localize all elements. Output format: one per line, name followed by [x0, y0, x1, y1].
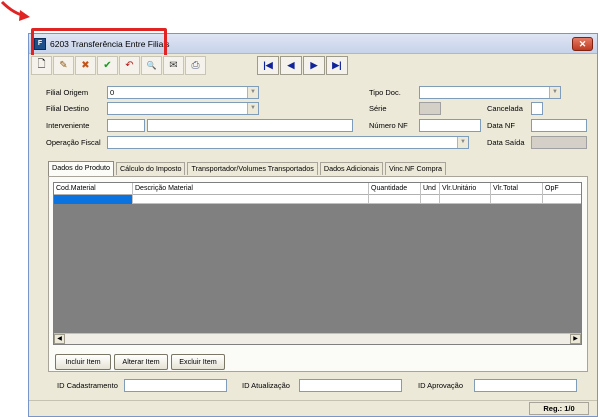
toolbar: 🗋 ✎ ✖ ✔ ↶ 🔍 ✉ ⎙ |◀ ◀ ▶ ▶|	[29, 55, 597, 77]
transfer-window: F 6203 Transferência Entre Filiais ✕ 🗋 ✎…	[28, 28, 598, 417]
column-header[interactable]: Vlr.Total	[491, 183, 543, 195]
interveniente-code-input[interactable]	[107, 119, 145, 132]
excluir-item-button[interactable]: Excluir Item	[171, 354, 225, 370]
data-nf-label: Data NF	[487, 121, 515, 130]
cancelada-checkbox[interactable]	[531, 102, 543, 115]
close-button[interactable]: ✕	[572, 37, 593, 51]
new-document-icon[interactable]: 🗋	[31, 56, 52, 75]
data-nf-input[interactable]	[531, 119, 587, 132]
attachment-icon[interactable]: ✉	[163, 56, 184, 75]
items-grid[interactable]: Cod.Material Descrição Material Quantida…	[53, 182, 582, 345]
annotation-arrow	[0, 0, 30, 21]
tab-dados-adicionais[interactable]: Dados Adicionais	[319, 162, 384, 175]
data-saida-label: Data Saída	[487, 138, 525, 147]
incluir-item-button[interactable]: Incluir Item	[55, 354, 111, 370]
tab-strip: Dados do Produto Cálculo do Imposto Tran…	[48, 161, 448, 176]
chevron-down-icon[interactable]: ▼	[549, 87, 560, 98]
header-form: Filial Origem 0 ▼ Filial Destino ▼ Inter…	[29, 78, 597, 158]
edit-icon[interactable]: ✎	[53, 56, 74, 75]
filial-destino-select[interactable]: ▼	[107, 102, 259, 115]
last-record-icon[interactable]: ▶|	[326, 56, 348, 75]
id-aprovacao-label: ID Aprovação	[418, 381, 464, 390]
cancelada-label: Cancelada	[487, 104, 523, 113]
grid-cell[interactable]	[491, 195, 543, 204]
interveniente-name-input[interactable]	[147, 119, 353, 132]
status-bar: Reg.: 1/0	[29, 400, 597, 416]
grid-cell[interactable]	[421, 195, 440, 204]
delete-icon[interactable]: ✖	[75, 56, 96, 75]
record-navigation: |◀ ◀ ▶ ▶|	[257, 56, 349, 76]
horizontal-scrollbar[interactable]: ◀ ▶	[54, 333, 581, 344]
tipo-doc-select[interactable]: ▼	[419, 86, 561, 99]
previous-record-icon[interactable]: ◀	[280, 56, 302, 75]
dados-produto-panel: Cod.Material Descrição Material Quantida…	[48, 176, 588, 372]
operacao-fiscal-select[interactable]: ▼	[107, 136, 469, 149]
record-counter: Reg.: 1/0	[529, 402, 589, 415]
serie-label: Série	[369, 104, 387, 113]
operacao-fiscal-label: Operação Fiscal	[46, 138, 101, 147]
tab-calculo-imposto[interactable]: Cálculo do Imposto	[115, 162, 186, 175]
next-record-icon[interactable]: ▶	[303, 56, 325, 75]
title-bar[interactable]: F 6203 Transferência Entre Filiais ✕	[29, 28, 597, 58]
grid-cell[interactable]	[440, 195, 491, 204]
grid-header: Cod.Material Descrição Material Quantida…	[54, 183, 581, 195]
search-icon[interactable]: 🔍	[141, 56, 162, 75]
numero-nf-input[interactable]	[419, 119, 481, 132]
grid-cell[interactable]	[543, 195, 581, 204]
undo-icon[interactable]: ↶	[119, 56, 140, 75]
chevron-down-icon[interactable]: ▼	[457, 137, 468, 148]
id-atualizacao-label: ID Atualização	[242, 381, 290, 390]
filial-origem-label: Filial Origem	[46, 88, 89, 97]
column-header[interactable]: OpF	[543, 183, 581, 195]
filial-origem-value: 0	[110, 88, 115, 97]
confirm-icon[interactable]: ✔	[97, 56, 118, 75]
tab-transportador[interactable]: Transportador/Volumes Transportados	[187, 162, 318, 175]
column-header[interactable]: Vlr.Unitário	[440, 183, 491, 195]
numero-nf-label: Número NF	[369, 121, 408, 130]
column-header[interactable]: Und	[421, 183, 440, 195]
column-header[interactable]: Quantidade	[369, 183, 421, 195]
filial-origem-select[interactable]: 0 ▼	[107, 86, 259, 99]
action-buttons: 🗋 ✎ ✖ ✔ ↶ 🔍 ✉ ⎙	[31, 56, 207, 76]
title-highlight-box	[31, 28, 167, 58]
first-record-icon[interactable]: |◀	[257, 56, 279, 75]
alterar-item-button[interactable]: Alterar Item	[114, 354, 168, 370]
column-header[interactable]: Cod.Material	[54, 183, 133, 195]
data-saida-input[interactable]	[531, 136, 587, 149]
column-header[interactable]: Descrição Material	[133, 183, 369, 195]
chevron-down-icon[interactable]: ▼	[247, 87, 258, 98]
tab-dados-produto[interactable]: Dados do Produto	[48, 161, 114, 176]
scroll-right-icon[interactable]: ▶	[570, 334, 581, 344]
scroll-left-icon[interactable]: ◀	[54, 334, 65, 344]
chevron-down-icon[interactable]: ▼	[247, 103, 258, 114]
serie-input[interactable]	[419, 102, 441, 115]
id-atualizacao-input[interactable]	[299, 379, 402, 392]
id-cadastramento-input[interactable]	[124, 379, 227, 392]
filial-destino-label: Filial Destino	[46, 104, 89, 113]
grid-cell[interactable]	[133, 195, 369, 204]
interveniente-label: Interveniente	[46, 121, 90, 130]
id-aprovacao-input[interactable]	[474, 379, 577, 392]
grid-cell[interactable]	[369, 195, 421, 204]
tipo-doc-label: Tipo Doc.	[369, 88, 401, 97]
grid-cell-selected[interactable]	[54, 195, 133, 204]
print-icon[interactable]: ⎙	[185, 56, 206, 75]
tab-vinc-nf-compra[interactable]: Vinc.NF Compra	[385, 162, 447, 175]
table-row[interactable]	[54, 195, 581, 204]
id-cadastramento-label: ID Cadastramento	[57, 381, 118, 390]
